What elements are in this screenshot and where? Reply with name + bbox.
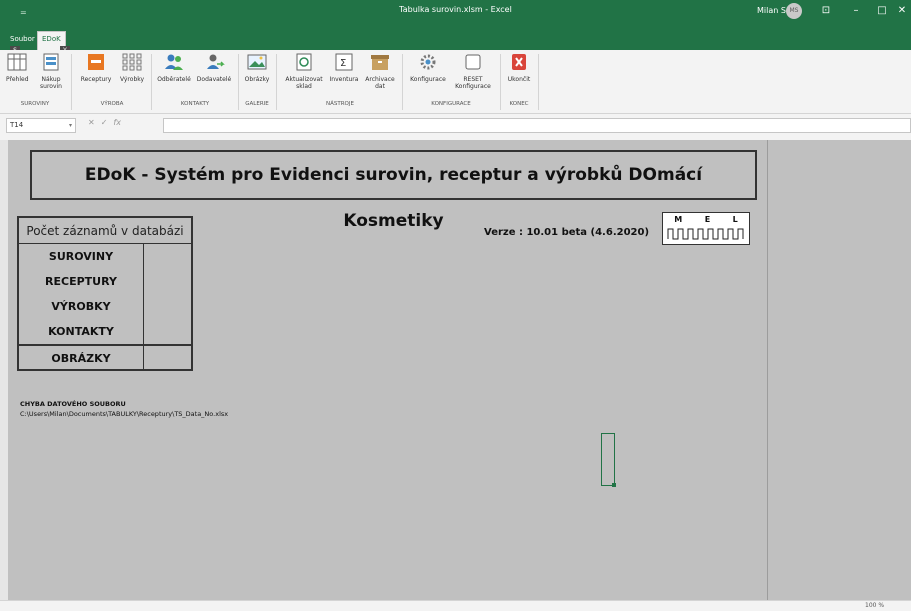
formula-bar: T14 ▾ ✕✓fx (0, 115, 911, 136)
chip-pins-icon (667, 228, 744, 240)
row-value-kontakty (144, 319, 191, 344)
group-separator (500, 54, 501, 110)
dodavatele-button[interactable]: Dodavatelé (194, 52, 234, 83)
table-row: OBRÁZKY (19, 344, 191, 369)
inventura-button[interactable]: Σ Inventura (326, 52, 362, 83)
close-button[interactable]: ✕ (888, 3, 911, 19)
group-label-konfigurace: KONFIGURACE (431, 101, 471, 107)
suppliers-icon (207, 54, 225, 69)
row-value-obrazky (144, 346, 191, 369)
gear-icon (420, 54, 436, 70)
group-label-nastroje: NÁSTROJE (326, 101, 354, 107)
status-bar: 100 % (0, 600, 911, 611)
table-row: SUROVINY (19, 244, 191, 269)
logo-letter: L (732, 215, 738, 224)
logo-letter: E (704, 215, 711, 224)
minimize-button[interactable]: – (842, 3, 870, 19)
group-separator (538, 54, 539, 110)
row-value-vyrobky (144, 294, 191, 319)
ribbon-display-options-icon[interactable]: ⊡ (812, 3, 840, 19)
record-count-table: Počet záznamů v databázi SUROVINY RECEPT… (17, 216, 193, 371)
error-path: C:\Users\Milan\Documents\TABULKY\Receptu… (20, 410, 229, 418)
recipe-icon (88, 54, 104, 70)
close-icon (512, 54, 526, 70)
row-label-receptury: RECEPTURY (19, 269, 144, 294)
svg-text:Σ: Σ (340, 58, 346, 69)
selected-cell[interactable] (601, 433, 616, 487)
user-name[interactable]: Milan S (757, 6, 786, 15)
logo-letters: M E L (663, 215, 749, 224)
zoom-level[interactable]: 100 % (865, 602, 884, 609)
tab-soubor[interactable]: Soubor (6, 32, 39, 46)
column-divider (767, 140, 768, 600)
formula-input[interactable] (163, 118, 911, 133)
ribbon: Přehled Nákup surovin Receptury Výrobky … (0, 50, 911, 114)
vyrobky-button[interactable]: Výrobky (117, 52, 147, 83)
reset-konfigurace-button[interactable]: RESET Konfigurace (452, 52, 494, 90)
group-label-vyroba: VÝROBA (100, 101, 124, 107)
error-title: CHYBA DATOVÉHO SOUBORU (20, 400, 126, 408)
logo-letter: M (674, 215, 683, 224)
group-label-galerie: GALERIE (245, 101, 269, 107)
name-box[interactable]: T14 ▾ (6, 118, 76, 133)
group-label-suroviny: SUROVINY (20, 101, 50, 107)
row-label-vyrobky: VÝROBKY (19, 294, 144, 319)
konfigurace-button[interactable]: Konfigurace (406, 52, 450, 83)
table-icon (7, 53, 27, 71)
table-row: VÝROBKY (19, 294, 191, 319)
title-bar: = Tabulka surovin.xlsm - Excel Milan S M… (0, 0, 911, 56)
row-value-suroviny (144, 244, 191, 269)
archive-icon (371, 55, 389, 70)
inventory-sum-icon: Σ (335, 53, 353, 71)
products-grid-icon (122, 53, 142, 71)
purchase-icon (43, 53, 59, 71)
aktualizovat-sklad-button[interactable]: Aktualizovat sklad (282, 52, 326, 90)
customers-icon (165, 54, 183, 70)
group-separator (276, 54, 277, 110)
table-row: RECEPTURY (19, 269, 191, 294)
group-separator (151, 54, 152, 110)
fx-icon[interactable]: fx (113, 118, 121, 127)
page-title: EDoK - Systém pro Evidenci surovin, rece… (30, 150, 757, 231)
group-separator (238, 54, 239, 110)
group-label-kontakty: KONTAKTY (180, 101, 210, 107)
row-label-kontakty: KONTAKTY (19, 319, 144, 344)
obrazky-button[interactable]: Obrázky (242, 52, 272, 83)
avatar[interactable]: MS (786, 3, 802, 19)
pictures-icon (247, 54, 267, 70)
fill-handle[interactable] (612, 483, 616, 487)
cancel-icon[interactable]: ✕ (88, 118, 101, 127)
ukoncit-button[interactable]: Ukončit (504, 52, 534, 83)
archivace-dat-button[interactable]: Archivace dat (362, 52, 398, 90)
chevron-down-icon[interactable]: ▾ (69, 119, 72, 132)
mel-logo: M E L (662, 212, 750, 245)
row-label-suroviny: SUROVINY (19, 244, 144, 269)
refresh-icon (296, 53, 312, 71)
nakup-surovin-button[interactable]: Nákup surovin (36, 52, 66, 90)
formula-controls: ✕✓fx (88, 118, 121, 127)
row-label-obrazky: OBRÁZKY (19, 346, 144, 369)
name-box-value: T14 (10, 121, 24, 129)
group-label-konec: KONEC (509, 101, 529, 107)
version-label: Verze : 10.01 beta (4.6.2020) (484, 227, 650, 238)
count-table-header: Počet záznamů v databázi (19, 218, 191, 244)
table-row: KONTAKTY (19, 319, 191, 344)
sheet-row-header-strip (0, 140, 8, 600)
prehled-button[interactable]: Přehled (6, 52, 29, 83)
row-value-receptury (144, 269, 191, 294)
group-separator (402, 54, 403, 110)
receptury-button[interactable]: Receptury (76, 52, 116, 83)
odberatele-button[interactable]: Odběratelé (155, 52, 193, 83)
group-separator (71, 54, 72, 110)
reset-icon (465, 54, 481, 70)
enter-icon[interactable]: ✓ (101, 118, 114, 127)
